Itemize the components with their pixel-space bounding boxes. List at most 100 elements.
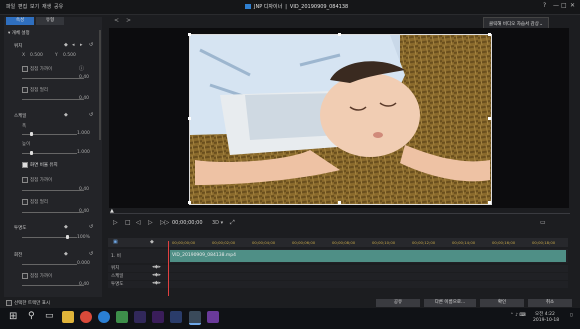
next-keyframe-icon[interactable]: ▸ bbox=[80, 42, 83, 48]
y-value[interactable]: 0.500 bbox=[63, 53, 76, 58]
maximize-icon[interactable]: □ bbox=[561, 2, 567, 9]
ease-in-slider-3[interactable] bbox=[22, 285, 84, 286]
resize-handle-t[interactable] bbox=[338, 33, 341, 36]
show-selected-track-checkbox[interactable] bbox=[6, 300, 12, 306]
search-icon[interactable]: ⚲ bbox=[28, 311, 35, 321]
fullscreen-icon[interactable]: ⤢ bbox=[230, 219, 235, 227]
save-as-button[interactable]: 다른 이름으로... bbox=[424, 299, 476, 307]
info-icon[interactable]: ⓘ bbox=[79, 65, 84, 72]
resize-handle-l[interactable] bbox=[188, 117, 191, 120]
next-frame-icon[interactable]: ▷ bbox=[148, 219, 153, 226]
preview-scrubber[interactable] bbox=[110, 213, 570, 214]
premiere-icon[interactable] bbox=[134, 311, 146, 323]
track-nav-icon[interactable]: ◂◆▸ bbox=[152, 264, 161, 270]
quality-select[interactable]: 3D ▾ bbox=[212, 220, 223, 226]
ease-out-checkbox-1[interactable] bbox=[22, 87, 28, 93]
video-editor-icon[interactable] bbox=[189, 311, 201, 325]
reset-icon[interactable]: ↺ bbox=[89, 42, 93, 48]
minimize-icon[interactable]: — bbox=[553, 2, 559, 9]
opacity-keyframe-icon[interactable]: ◆ bbox=[64, 224, 68, 230]
task-view-icon[interactable]: ▭ bbox=[45, 311, 54, 321]
ease-out-checkbox-2[interactable] bbox=[22, 199, 28, 205]
scale-track[interactable] bbox=[108, 273, 568, 280]
opacity-value[interactable]: 100% bbox=[77, 235, 90, 240]
stop-icon[interactable]: □ bbox=[125, 219, 131, 226]
app-icon-1[interactable] bbox=[116, 311, 128, 323]
opacity-slider-knob[interactable] bbox=[66, 235, 69, 239]
menu-file[interactable]: 파일 bbox=[6, 3, 15, 10]
rotation-reset-icon[interactable]: ↺ bbox=[89, 251, 93, 257]
x-value[interactable]: 0.500 bbox=[30, 53, 43, 58]
resize-handle-br[interactable] bbox=[488, 201, 491, 204]
track-view-icon[interactable]: ▣ bbox=[113, 239, 118, 245]
keyframe-icon[interactable]: ◆ bbox=[64, 42, 68, 48]
opacity-track[interactable] bbox=[108, 281, 568, 288]
snapshot-icon[interactable]: ▭ bbox=[540, 219, 546, 226]
forward-icon[interactable]: > bbox=[126, 17, 131, 24]
width-value[interactable]: 1.000 bbox=[77, 131, 90, 136]
save-as-button-label: 다른 이름으로... bbox=[434, 300, 466, 305]
ease-out-slider-2[interactable] bbox=[22, 212, 84, 213]
help-icon[interactable]: ? bbox=[543, 2, 546, 9]
scrubber-marker-icon[interactable]: ▲ bbox=[110, 208, 114, 214]
track-keyframe-icon[interactable]: ◆ bbox=[150, 239, 154, 245]
width-slider-knob[interactable] bbox=[30, 132, 33, 136]
tab-type[interactable]: 유형 bbox=[36, 17, 64, 25]
tab-properties[interactable]: 속성 bbox=[6, 17, 34, 25]
ok-button[interactable]: 확인 bbox=[480, 299, 524, 307]
close-icon[interactable]: ✕ bbox=[570, 2, 575, 9]
panel-scrollbar[interactable] bbox=[99, 30, 101, 140]
after-effects-icon[interactable] bbox=[152, 311, 164, 323]
scale-reset-icon[interactable]: ↺ bbox=[89, 112, 93, 118]
cancel-button[interactable]: 취소 bbox=[528, 299, 572, 307]
prev-frame-icon[interactable]: ◁ bbox=[136, 219, 141, 226]
timeline-ruler[interactable]: 00;00;00;00 00;00;02;00 00;00;04;00 00;0… bbox=[168, 238, 568, 247]
height-slider-knob[interactable] bbox=[30, 151, 33, 155]
menu-play[interactable]: 재생 bbox=[42, 3, 51, 10]
scale-keyframe-icon[interactable]: ◆ bbox=[64, 112, 68, 118]
track-nav-icon[interactable]: ◂◆▸ bbox=[152, 272, 161, 278]
ease-in-slider-2[interactable] bbox=[22, 190, 84, 191]
resize-handle-tr[interactable] bbox=[488, 33, 491, 36]
clock-time[interactable]: 오전 4:22 bbox=[535, 311, 555, 317]
windows-start-icon[interactable]: ⊞ bbox=[9, 311, 17, 322]
ease-in-checkbox-2[interactable] bbox=[22, 177, 28, 183]
ease-in-checkbox-1[interactable] bbox=[22, 66, 28, 72]
ease-in-checkbox-3[interactable] bbox=[22, 273, 28, 279]
play-icon[interactable]: ▷ bbox=[113, 219, 118, 226]
position-track[interactable] bbox=[108, 265, 568, 272]
track-nav-icon[interactable]: ◂◆▸ bbox=[152, 280, 161, 286]
rotation-slider[interactable] bbox=[22, 264, 77, 265]
app-icon-3[interactable] bbox=[207, 311, 219, 323]
menu-edit[interactable]: 편집 bbox=[18, 3, 27, 10]
chrome-icon[interactable] bbox=[80, 311, 92, 323]
ease-out-slider-1[interactable] bbox=[22, 99, 84, 100]
video-clip[interactable]: VID_20190909_084138.mp4 bbox=[170, 250, 566, 262]
resize-handle-bl[interactable] bbox=[188, 201, 191, 204]
share-button[interactable]: 공유 bbox=[376, 299, 420, 307]
menu-share[interactable]: 공유 bbox=[54, 3, 63, 10]
notification-icon[interactable]: ▯ bbox=[570, 313, 572, 318]
opacity-reset-icon[interactable]: ↺ bbox=[89, 224, 93, 230]
fast-forward-icon[interactable]: ▷▷ bbox=[160, 219, 169, 226]
ease-in-slider-1[interactable] bbox=[22, 78, 84, 79]
resize-handle-r[interactable] bbox=[488, 117, 491, 120]
clock-date[interactable]: 2019-10-18 bbox=[533, 318, 559, 323]
menu-view[interactable]: 보기 bbox=[30, 3, 39, 10]
keep-ratio-checkbox[interactable] bbox=[22, 162, 28, 168]
file-explorer-icon[interactable] bbox=[62, 311, 74, 323]
prev-keyframe-icon[interactable]: ◂ bbox=[72, 42, 75, 48]
system-tray-icons[interactable]: ⌃ ♪ ⌨ bbox=[510, 313, 526, 318]
height-value[interactable]: 1.000 bbox=[77, 150, 90, 155]
rotation-value[interactable]: 0.000 bbox=[77, 261, 90, 266]
edge-icon[interactable] bbox=[98, 311, 110, 323]
resize-handle-b[interactable] bbox=[338, 201, 341, 204]
timecode: 00;00;00;00 bbox=[172, 220, 203, 226]
playhead[interactable] bbox=[168, 241, 169, 296]
app-icon-2[interactable] bbox=[170, 311, 182, 323]
rotation-keyframe-icon[interactable]: ◆ bbox=[64, 251, 68, 257]
resize-handle-tl[interactable] bbox=[188, 33, 191, 36]
back-icon[interactable]: < bbox=[114, 17, 119, 24]
section-title[interactable]: ▾ 개체 설정 bbox=[8, 30, 30, 36]
video-frame[interactable] bbox=[189, 34, 492, 205]
